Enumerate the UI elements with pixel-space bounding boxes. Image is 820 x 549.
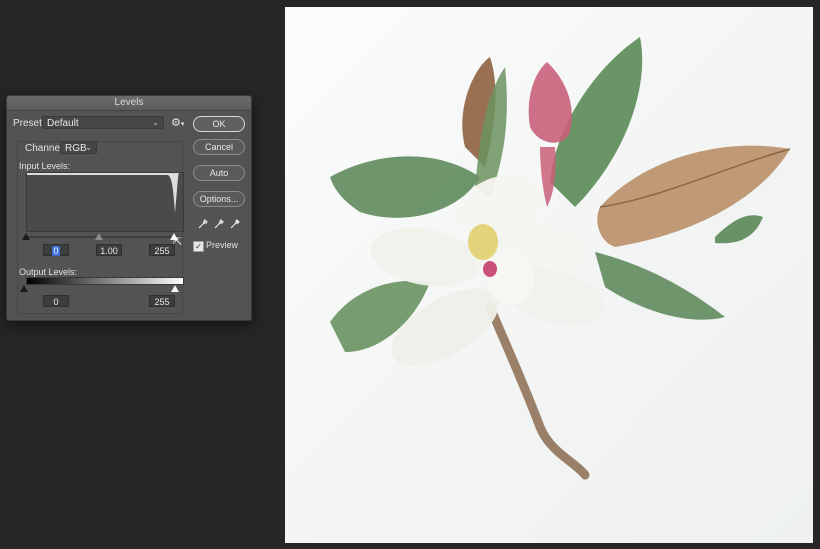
preview-checkbox[interactable]: ✓ (193, 241, 204, 252)
input-black-field[interactable]: 0 (43, 244, 69, 256)
document-canvas[interactable] (285, 7, 813, 543)
input-black-handle[interactable] (22, 233, 30, 240)
options-button[interactable]: Options... (193, 191, 245, 207)
channel-dropdown[interactable]: RGB ⌄ (60, 141, 97, 154)
input-gamma-handle[interactable] (95, 233, 103, 240)
input-levels-label: Input Levels: (19, 161, 71, 171)
histogram-fill (27, 173, 183, 231)
eyedropper-black-icon[interactable] (197, 218, 209, 230)
preset-value: Default (47, 118, 79, 129)
output-black-handle[interactable] (20, 285, 28, 292)
dialog-title[interactable]: Levels (7, 96, 251, 111)
auto-button[interactable]: Auto (193, 165, 245, 181)
input-gamma-field[interactable]: 1.00 (96, 244, 122, 256)
output-levels-label: Output Levels: (19, 267, 78, 277)
preview-label[interactable]: Preview (206, 240, 238, 250)
channel-value: RGB (65, 143, 87, 154)
gear-icon[interactable]: ⚙▾ (171, 116, 184, 129)
ok-button[interactable]: OK (193, 116, 245, 132)
eyedropper-white-icon[interactable] (229, 218, 241, 230)
output-white-field[interactable]: 255 (149, 295, 175, 307)
histogram (26, 172, 184, 232)
output-black-field[interactable]: 0 (43, 295, 69, 307)
checkmark-icon: ✓ (195, 242, 202, 251)
output-white-handle[interactable] (171, 285, 179, 292)
preset-dropdown[interactable]: Default ⌄ (42, 116, 164, 129)
chevron-down-icon: ⌄ (85, 143, 92, 152)
levels-dialog: Levels Preset: Default ⌄ ⚙▾ Channel: RGB… (6, 95, 252, 321)
preset-label: Preset: (13, 118, 45, 129)
eyedropper-gray-icon[interactable] (213, 218, 225, 230)
cancel-button[interactable]: Cancel (193, 139, 245, 155)
chevron-down-icon: ⌄ (152, 118, 159, 127)
input-slider-track[interactable] (26, 236, 182, 238)
output-gradient-bar (26, 277, 184, 285)
input-white-field[interactable]: 255 (149, 244, 175, 256)
magnolia-watercolor (330, 37, 791, 480)
